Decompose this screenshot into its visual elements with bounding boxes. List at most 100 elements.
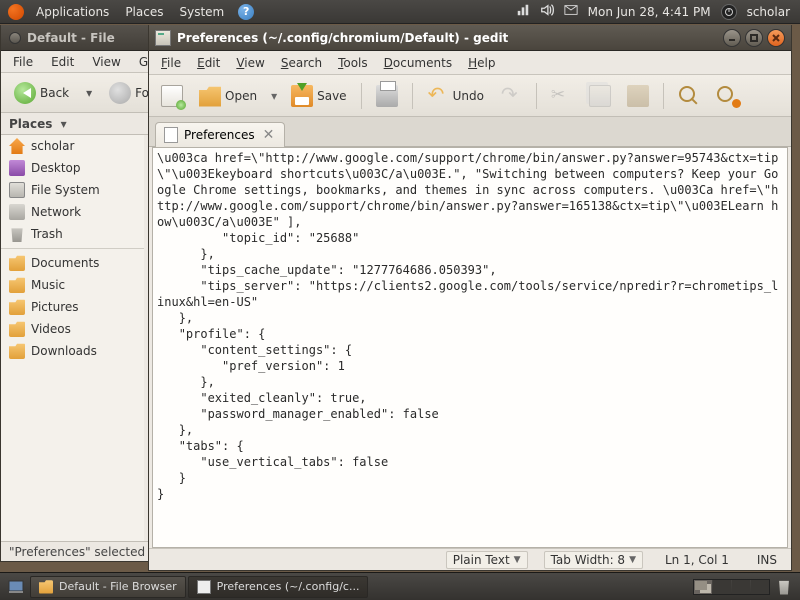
find-icon	[678, 85, 700, 107]
tab-label: Preferences	[184, 128, 255, 142]
folder-icon	[9, 277, 25, 293]
find-button[interactable]	[672, 80, 706, 112]
workspace-4[interactable]	[751, 580, 769, 594]
syntax-selector[interactable]: Plain Text▼	[446, 551, 528, 569]
workspace-2[interactable]	[713, 580, 731, 594]
ubuntu-logo-icon[interactable]	[8, 4, 24, 20]
forward-label: Fo	[135, 86, 149, 100]
folder-icon	[9, 299, 25, 315]
arrow-right-icon	[109, 82, 131, 104]
find-replace-button[interactable]	[710, 80, 744, 112]
clock[interactable]: Mon Jun 28, 4:41 PM	[588, 5, 711, 19]
minimize-button[interactable]	[723, 29, 741, 47]
sidebar-item-desktop[interactable]: Desktop	[1, 157, 144, 179]
network-icon	[9, 204, 25, 220]
network-icon[interactable]	[516, 3, 530, 20]
system-tray: Mon Jun 28, 4:41 PM scholar	[516, 3, 796, 20]
sidebar-item-music[interactable]: Music	[1, 274, 144, 296]
places-label: Places	[9, 117, 52, 131]
back-button[interactable]: Back	[7, 77, 76, 109]
save-button[interactable]: Save	[285, 80, 352, 112]
system-menu[interactable]: System	[171, 5, 232, 19]
menu-tools[interactable]: Tools	[330, 54, 376, 72]
gedit-statusbar: Plain Text▼ Tab Width: 8▼ Ln 1, Col 1 IN…	[149, 548, 791, 570]
menu-search[interactable]: Search	[273, 54, 330, 72]
fb-menu-edit[interactable]: Edit	[43, 53, 82, 71]
fb-menu-view[interactable]: View	[84, 53, 128, 71]
menu-documents[interactable]: Documents	[376, 54, 460, 72]
close-tab-icon[interactable]: ✕	[261, 127, 277, 143]
home-icon	[9, 138, 25, 154]
shutdown-icon[interactable]	[721, 4, 737, 20]
open-dropdown[interactable]: ▾	[267, 87, 281, 105]
toolbar-separator	[663, 83, 664, 109]
menu-edit[interactable]: Edit	[189, 54, 228, 72]
trash-icon	[777, 579, 791, 595]
workspace-1[interactable]	[694, 580, 712, 594]
workspace-switcher[interactable]	[693, 579, 770, 595]
sidebar-item-pictures[interactable]: Pictures	[1, 296, 144, 318]
syntax-label: Plain Text	[453, 553, 510, 567]
sidebar-item-label: Trash	[31, 227, 63, 241]
cut-icon	[551, 85, 573, 107]
insert-mode-indicator: INS	[751, 552, 783, 568]
sidebar-item-videos[interactable]: Videos	[1, 318, 144, 340]
user-menu[interactable]: scholar	[747, 5, 790, 19]
document-icon	[197, 580, 211, 594]
places-dropdown-icon[interactable]: ▾	[57, 115, 71, 133]
new-button[interactable]	[155, 80, 189, 112]
chevron-down-icon: ▼	[629, 555, 636, 565]
new-doc-icon	[161, 85, 183, 107]
undo-button[interactable]: Undo	[421, 80, 490, 112]
print-icon	[376, 85, 398, 107]
print-button[interactable]	[370, 80, 404, 112]
sidebar-item-label: Downloads	[31, 344, 97, 358]
task-label: Default - File Browser	[59, 580, 177, 593]
close-button[interactable]	[767, 29, 785, 47]
undo-icon	[427, 85, 449, 107]
tabwidth-label: Tab Width: 8	[551, 553, 625, 567]
save-label: Save	[317, 89, 346, 103]
back-dropdown[interactable]: ▾	[82, 84, 96, 102]
tabwidth-selector[interactable]: Tab Width: 8 ▼	[544, 551, 643, 569]
copy-icon	[589, 85, 611, 107]
task-gedit[interactable]: Preferences (~/.config/c...	[188, 576, 369, 598]
show-desktop-button[interactable]	[4, 576, 28, 598]
sidebar-item-filesystem[interactable]: File System	[1, 179, 144, 201]
gedit-menubar: File Edit View Search Tools Documents He…	[149, 51, 791, 75]
open-label: Open	[225, 89, 257, 103]
sidebar-item-label: Documents	[31, 256, 99, 270]
sidebar-item-downloads[interactable]: Downloads	[1, 340, 144, 362]
mail-icon[interactable]	[564, 3, 578, 20]
sidebar-separator	[1, 248, 144, 249]
sidebar-item-label: File System	[31, 183, 100, 197]
places-menu[interactable]: Places	[117, 5, 171, 19]
sidebar-item-network[interactable]: Network	[1, 201, 144, 223]
menu-view[interactable]: View	[228, 54, 272, 72]
volume-icon[interactable]	[540, 3, 554, 20]
tab-preferences[interactable]: Preferences ✕	[155, 122, 285, 147]
sidebar-item-trash[interactable]: Trash	[1, 223, 144, 245]
window-menu-icon[interactable]	[9, 32, 21, 44]
gedit-title: Preferences (~/.config/chromium/Default)…	[177, 31, 508, 45]
maximize-button[interactable]	[745, 29, 763, 47]
top-panel: Applications Places System ? Mon Jun 28,…	[0, 0, 800, 24]
editor-area[interactable]: \u003ca href=\"http://www.google.com/sup…	[152, 147, 788, 548]
sidebar-item-label: Network	[31, 205, 81, 219]
gedit-tabbar: Preferences ✕	[149, 117, 791, 147]
sidebar-item-documents[interactable]: Documents	[1, 252, 144, 274]
trash-applet[interactable]	[772, 576, 796, 598]
bottom-panel: Default - File Browser Preferences (~/.c…	[0, 572, 800, 600]
desktop-icon	[9, 160, 25, 176]
menu-file[interactable]: File	[153, 54, 189, 72]
applications-menu[interactable]: Applications	[28, 5, 117, 19]
menu-help[interactable]: Help	[460, 54, 503, 72]
help-icon[interactable]: ?	[238, 4, 254, 20]
fb-menu-file[interactable]: File	[5, 53, 41, 71]
gedit-titlebar[interactable]: Preferences (~/.config/chromium/Default)…	[149, 25, 791, 51]
open-icon	[199, 85, 221, 107]
open-button[interactable]: Open	[193, 80, 263, 112]
sidebar-item-home[interactable]: scholar	[1, 135, 144, 157]
task-file-browser[interactable]: Default - File Browser	[30, 576, 186, 598]
workspace-3[interactable]	[732, 580, 750, 594]
